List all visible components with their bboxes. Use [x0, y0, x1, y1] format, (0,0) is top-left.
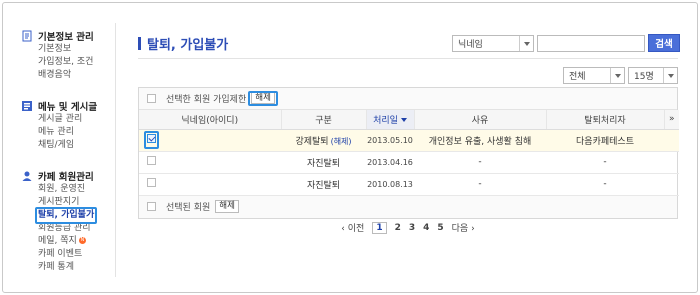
- sidebar-section-basic: 기본정보 관리 기본정보 가입정보, 조건 배경음악: [21, 29, 94, 82]
- handler-cell: -: [546, 151, 664, 174]
- title-accent-bar: [138, 37, 141, 50]
- bulk-action-bottom: 선택된 회원 해제: [139, 195, 677, 218]
- type-value: 강제탈퇴: [295, 136, 329, 147]
- type-filter-select[interactable]: 전체: [563, 67, 625, 84]
- empty-cell: [664, 151, 679, 174]
- page-title: 탈퇴, 가입불가: [147, 38, 229, 53]
- member-list-box: 선택한 회원 가입제한 해제 닉네임(아이디) 구분 처리일 사유 탈퇴처리자 …: [138, 87, 679, 219]
- sidebar-section-menu: 메뉴 및 게시글 게시글 관리 메뉴 관리 채팅/게임: [21, 99, 97, 152]
- sidebar-item-cafe-stats[interactable]: 카페 통계: [21, 261, 94, 274]
- sort-down-icon: [400, 118, 407, 123]
- document-icon: [21, 30, 33, 42]
- type-filter-value: 전체: [569, 72, 586, 82]
- title-divider: [138, 58, 678, 59]
- sidebar-item-label: 메일, 쪽지: [38, 236, 77, 246]
- col-header-handler[interactable]: 탈퇴처리자: [545, 110, 664, 130]
- date-cell: 2013.05.10: [366, 129, 414, 152]
- col-header-type[interactable]: 구분: [280, 110, 366, 130]
- col-header-reason[interactable]: 사유: [413, 110, 546, 130]
- row-checkbox[interactable]: [147, 156, 156, 165]
- bulk-action-top: 선택한 회원 가입제한 해제: [139, 88, 677, 110]
- page-link[interactable]: 3: [409, 223, 415, 233]
- prev-page-link[interactable]: ‹ 이전: [341, 221, 364, 234]
- row-checkbox[interactable]: [147, 134, 156, 143]
- page-link[interactable]: 4: [423, 223, 429, 233]
- bulk-release-highlight: 해제: [248, 91, 278, 106]
- sidebar-item-members-staff[interactable]: 회원, 운영진: [21, 183, 94, 196]
- sidebar-item-label: 탈퇴, 가입불가: [34, 207, 98, 224]
- sidebar-item-cafe-event[interactable]: 카페 이벤트: [21, 248, 94, 261]
- search-field-value: 닉네임: [458, 40, 483, 50]
- release-button-bottom[interactable]: 해제: [215, 200, 239, 213]
- select-all-checkbox[interactable]: [147, 94, 156, 103]
- checkbox-highlight: [144, 131, 159, 149]
- page-size-value: 15명: [634, 72, 654, 82]
- table-row[interactable]: 자진탈퇴 2013.04.16 - -: [139, 151, 679, 174]
- sidebar-divider: [115, 23, 116, 277]
- col-header-nickname[interactable]: 닉네임(아이디): [139, 110, 281, 130]
- sidebar-item-basic-info[interactable]: 기본정보: [21, 43, 94, 56]
- sidebar-item-withdraw-ban[interactable]: 탈퇴, 가입불가: [21, 207, 98, 224]
- chevron-down-icon: [663, 68, 677, 83]
- sidebar-item-menu-manage[interactable]: 메뉴 관리: [21, 126, 97, 139]
- menu-icon: [21, 100, 33, 112]
- reason-cell: 개인정보 유출, 사생활 침해: [414, 129, 546, 152]
- chevron-down-icon: [610, 68, 624, 83]
- table-row[interactable]: 강제탈퇴 (해제) 2013.05.10 개인정보 유출, 사생활 침해 다음카페…: [139, 129, 679, 152]
- page-size-select[interactable]: 15명: [628, 67, 678, 84]
- row-select-cell: [139, 173, 281, 196]
- release-button[interactable]: 해제: [251, 92, 275, 104]
- col-header-label: 처리일: [373, 115, 398, 126]
- page-header: 탈퇴, 가입불가: [138, 34, 228, 53]
- reason-cell: -: [414, 151, 546, 174]
- reason-cell: -: [414, 173, 546, 196]
- search-field-select[interactable]: 닉네임: [452, 35, 534, 52]
- sidebar-section-members: 카페 회원관리 회원, 운영진 게시판지기 탈퇴, 가입불가 회원등급 관리 메…: [21, 169, 98, 274]
- sidebar-section-label: 메뉴 및 게시글: [38, 102, 98, 113]
- sidebar-item-posts[interactable]: 게시글 관리: [21, 113, 97, 126]
- sidebar-section-title[interactable]: 카페 회원관리: [21, 169, 94, 183]
- row-select-cell: [139, 151, 281, 174]
- sidebar-section-title[interactable]: 기본정보 관리: [21, 29, 94, 43]
- sidebar-item-join-conditions[interactable]: 가입정보, 조건: [21, 56, 94, 69]
- empty-cell: [664, 129, 679, 152]
- select-all-checkbox-bottom[interactable]: [147, 202, 156, 211]
- type-cell: 자진탈퇴: [281, 173, 366, 196]
- bulk-action-label: 선택된 회원: [166, 203, 211, 213]
- bulk-action-label: 선택한 회원 가입제한: [166, 95, 247, 105]
- row-select-cell: [139, 129, 281, 152]
- member-table: 닉네임(아이디) 구분 처리일 사유 탈퇴처리자 » 강제탈퇴 (해제) 2013…: [139, 110, 679, 196]
- pagination: ‹ 이전 1 2 3 4 5 다음 ›: [138, 221, 678, 234]
- chevron-down-icon: [519, 36, 533, 51]
- sidebar-section-label: 기본정보 관리: [38, 32, 94, 43]
- undo-link[interactable]: (해제): [331, 137, 352, 146]
- col-header-date[interactable]: 처리일: [365, 110, 414, 130]
- type-cell: 강제탈퇴 (해제): [281, 129, 366, 152]
- new-badge: N: [78, 237, 86, 244]
- sidebar-section-label: 카페 회원관리: [38, 172, 94, 183]
- type-cell: 자진탈퇴: [281, 151, 366, 174]
- window-frame: 기본정보 관리 기본정보 가입정보, 조건 배경음악 메뉴 및 게시글 게시글 …: [2, 2, 698, 293]
- search-button[interactable]: 검색: [648, 34, 680, 52]
- handler-cell: -: [546, 173, 664, 196]
- empty-cell: [664, 173, 679, 196]
- sidebar-item-bgm[interactable]: 배경음악: [21, 69, 94, 82]
- table-header-row: 닉네임(아이디) 구분 처리일 사유 탈퇴처리자 »: [139, 110, 679, 130]
- user-icon: [21, 170, 33, 182]
- next-page-link[interactable]: 다음 ›: [452, 221, 475, 234]
- sidebar-item-chat-game[interactable]: 채팅/게임: [21, 139, 97, 152]
- date-cell: 2013.04.16: [366, 151, 414, 174]
- date-cell: 2010.08.13: [366, 173, 414, 196]
- sidebar-section-title[interactable]: 메뉴 및 게시글: [21, 99, 97, 113]
- handler-cell: 다음카페테스트: [546, 129, 664, 152]
- row-checkbox[interactable]: [147, 178, 156, 187]
- expand-columns-button[interactable]: »: [663, 110, 679, 130]
- page-link[interactable]: 2: [395, 223, 401, 233]
- sidebar-item-mail-note[interactable]: 메일, 쪽지 N: [21, 235, 94, 248]
- search-input[interactable]: [537, 35, 645, 52]
- page-link-current[interactable]: 1: [372, 221, 387, 234]
- page-link[interactable]: 5: [437, 223, 443, 233]
- table-row[interactable]: 자진탈퇴 2010.08.13 - -: [139, 173, 679, 196]
